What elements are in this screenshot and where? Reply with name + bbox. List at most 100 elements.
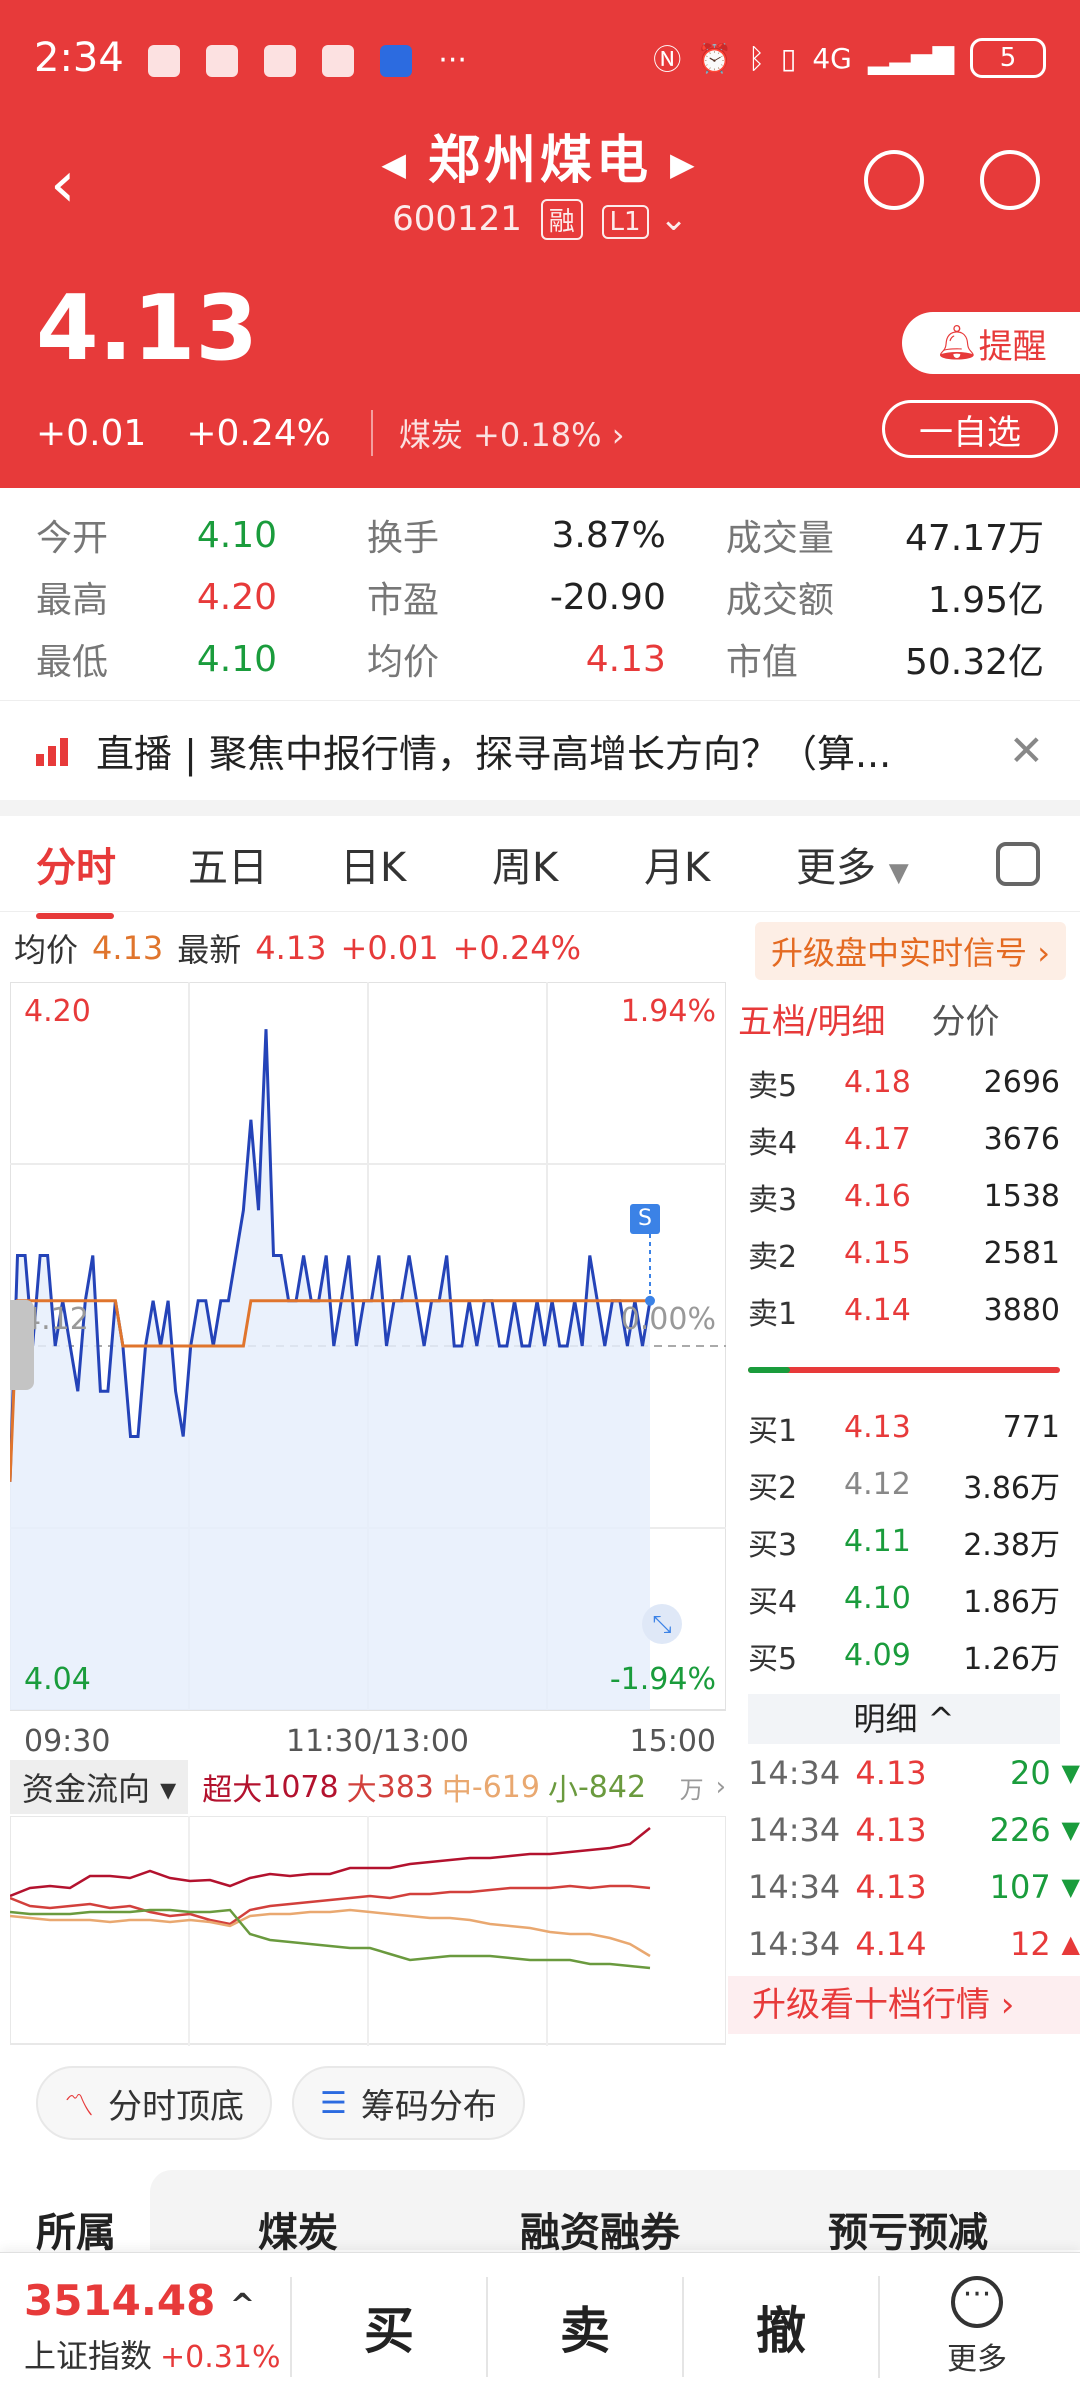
close-icon[interactable]: ✕ (1009, 726, 1044, 775)
index-change: +0.31% (160, 2340, 281, 2375)
buy-button[interactable]: 买 (290, 2276, 486, 2377)
chip-intraday-peak[interactable]: 〽分时顶底 (36, 2066, 272, 2140)
ask-level: 卖2 (748, 1239, 798, 1275)
upgrade-ten-level-button[interactable]: 升级看十档行情 › (728, 1976, 1080, 2034)
live-banner[interactable]: 直播 | 聚焦中报行情，探寻高增长方向？（算... ✕ (0, 700, 1080, 800)
tab-weekly-k[interactable]: 周K (492, 835, 644, 893)
sector-tab-loss[interactable]: 预亏预减 (828, 2200, 988, 2258)
tab-more[interactable]: 更多 ▼ (796, 835, 976, 893)
ask-volume: 1538 (983, 1179, 1060, 1214)
search-icon[interactable] (980, 150, 1040, 210)
bid-volume: 1.26万 (963, 1641, 1060, 1677)
tab-five-day[interactable]: 五日 (188, 835, 340, 893)
bid-row: 买1 4.13 771 (728, 1399, 1080, 1456)
tick-price: 4.13 (855, 1753, 927, 1792)
price-change-pct: +0.24% (186, 412, 331, 454)
x-tick-open: 09:30 (24, 1724, 111, 1759)
bid-volume: 771 (1002, 1410, 1060, 1445)
tab-price-dist[interactable]: 分价 (931, 994, 999, 1043)
ask-level: 卖1 (748, 1296, 798, 1332)
battery-icon: 5 (970, 38, 1046, 78)
tab-monthly-k[interactable]: 月K (644, 835, 796, 893)
fund-flow-selector[interactable]: 资金流向 ▾ (10, 1760, 189, 1814)
prev-stock-arrow-icon[interactable]: ◀ (381, 145, 410, 183)
arrow-down-icon: ▼ (1061, 1758, 1080, 1787)
signal-icon: ▂▃▅▇ (867, 41, 954, 75)
sell-button[interactable]: 卖 (486, 2276, 682, 2377)
amount-value: 1.95亿 (927, 580, 1045, 621)
sector-link[interactable]: 煤炭 +0.18% › (370, 410, 624, 456)
volume-label: 成交量 (725, 518, 834, 559)
detail-toggle[interactable]: 明细 ^ (748, 1694, 1060, 1744)
mktcap-label: 市值 (725, 642, 798, 683)
stat-row: 今开 4.10 换手 3.87% 成交量 47.17万 (0, 504, 1080, 566)
x-tick-midday: 11:30/13:00 (286, 1724, 470, 1759)
sector-tab-belongs[interactable]: 所属 (36, 2200, 116, 2258)
order-book: 五档/明细 分价 卖5 4.18 2696 卖4 4.17 3676 卖3 4.16 1538 卖… (728, 982, 1080, 2042)
chart-settings-icon[interactable] (996, 841, 1040, 886)
bid-price: 4.10 (844, 1581, 911, 1616)
y-right-top: 1.94% (620, 994, 716, 1029)
pe-label: 市盈 (367, 580, 440, 621)
expand-icon[interactable]: ⤡ (642, 1604, 682, 1644)
avg-value: 4.13 (92, 929, 164, 967)
bid-row: 买5 4.09 1.26万 (728, 1627, 1080, 1684)
chip-dist-label: 筹码分布 (360, 2086, 497, 2127)
share-icon[interactable] (864, 150, 924, 210)
ask-price: 4.18 (844, 1065, 911, 1100)
fund-flow-header: 资金流向 ▾ 超大 1078 大 383 中 -619 小 -842 万 › (10, 1760, 726, 1814)
status-time: 2:34 (34, 35, 124, 81)
sector-tab-coal[interactable]: 煤炭 (258, 2200, 338, 2258)
avg-label: 均价 (367, 642, 440, 683)
mktcap-value: 50.32亿 (904, 642, 1045, 683)
upgrade-signal-button[interactable]: 升级盘中实时信号 › (755, 922, 1066, 980)
price-change-line: +0.01 +0.24% 煤炭 +0.18% › (36, 410, 624, 456)
sector-tab-margin[interactable]: 融资融券 (520, 2200, 680, 2258)
app-notification-icon (205, 44, 238, 77)
ask-row: 卖3 4.16 1538 (728, 1168, 1080, 1225)
y-right-bottom: -1.94% (609, 1662, 716, 1697)
flow-unit: 万 (679, 1775, 704, 1804)
remind-button[interactable]: 🔔︎ 提醒 (902, 312, 1080, 374)
tab-five-level[interactable]: 五档/明细 (738, 994, 885, 1043)
watchlist-button[interactable]: 一自选 (882, 400, 1058, 458)
flow-small-value: -842 (577, 1769, 647, 1805)
tab-intraday[interactable]: 分时 (36, 835, 188, 919)
intraday-chart[interactable]: 4.20 4.12 4.04 1.94% 0.00% -1.94% 09:30 … (10, 982, 726, 1759)
chevron-down-icon[interactable]: ⌄ (659, 199, 688, 239)
turnover-label: 换手 (367, 518, 440, 559)
ask-row: 卖1 4.14 3880 (728, 1282, 1080, 1339)
index-name-line: 上证指数 +0.31% (24, 2331, 290, 2377)
index-value: 3514.48 ^ (24, 2276, 290, 2325)
remind-label: 提醒 (978, 326, 1047, 367)
cancel-order-button[interactable]: 撤 (682, 2276, 878, 2377)
level-tag: L1 (601, 205, 649, 239)
bars-icon: ☰ (320, 2085, 347, 2121)
ask-level: 卖5 (748, 1068, 798, 1104)
back-icon[interactable]: ‹ (50, 148, 76, 222)
tick-price: 4.13 (855, 1867, 927, 1906)
nfc-icon: Ⓝ (653, 43, 682, 76)
ask-row: 卖2 4.15 2581 (728, 1225, 1080, 1282)
tick-time: 14:34 (748, 1753, 841, 1792)
pe-value: -20.90 (549, 576, 666, 618)
flow-super-value: 1078 (262, 1769, 339, 1805)
signal-s-marker[interactable]: S (630, 1204, 660, 1234)
flow-big-label: 大 (346, 1773, 377, 1808)
chip-chip-distribution[interactable]: ☰ 筹码分布 (292, 2066, 525, 2140)
tab-daily-k[interactable]: 日K (340, 835, 492, 893)
next-stock-arrow-icon[interactable]: ▶ (670, 145, 699, 183)
bid-row: 买4 4.10 1.86万 (728, 1570, 1080, 1627)
ask-level: 卖4 (748, 1125, 798, 1161)
chevron-right-icon[interactable]: › (716, 1772, 726, 1802)
tick-volume: 12 (1009, 1924, 1051, 1963)
app-notification-icon (147, 44, 180, 77)
bid-ask-ratio-bar (748, 1367, 1060, 1373)
chart-drag-handle[interactable] (10, 1300, 34, 1390)
ask-list: 卖5 4.18 2696 卖4 4.17 3676 卖3 4.16 1538 卖2 4.15 2581… (728, 1054, 1080, 1339)
bid-row: 买2 4.12 3.86万 (728, 1456, 1080, 1513)
price-change: +0.01 (36, 412, 147, 454)
more-button[interactable]: ··· 更多 (878, 2275, 1074, 2378)
sector-name: 煤炭 (398, 416, 463, 454)
index-widget[interactable]: 3514.48 ^ 上证指数 +0.31% (0, 2276, 290, 2377)
